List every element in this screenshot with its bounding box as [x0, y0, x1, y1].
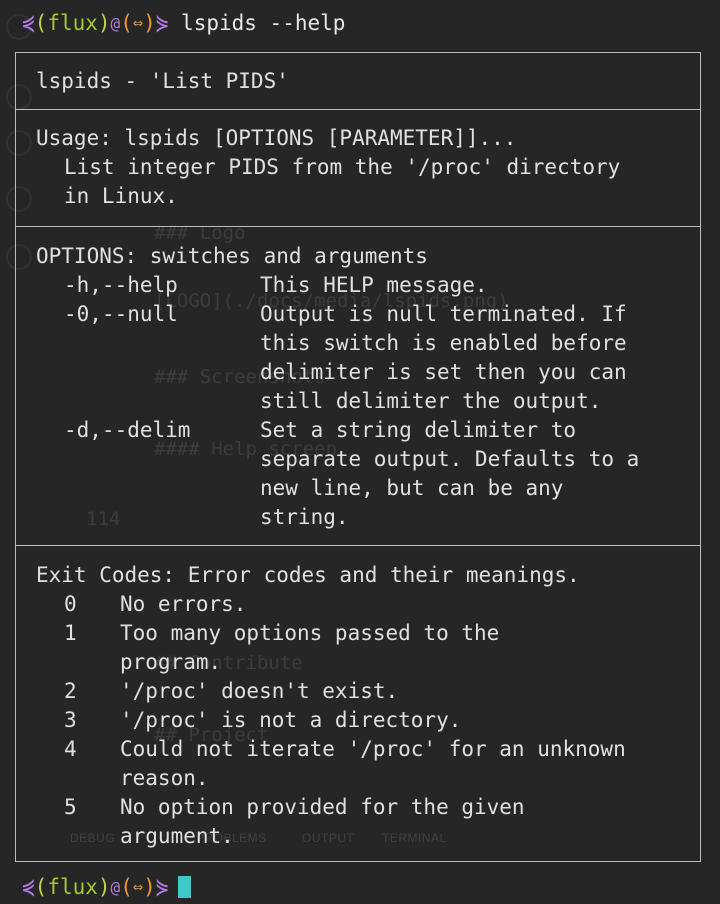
exit-code-number: 5 — [64, 795, 77, 819]
terminal-cursor[interactable] — [178, 876, 192, 898]
help-output-box: lspids - 'List PIDS' Usage: lspids [OPTI… — [15, 52, 701, 862]
exit-code-description: No option provided for the given argumen… — [120, 795, 525, 848]
option-row: -d,--delim Set a string delimiter to sep… — [36, 416, 700, 532]
exit-code-number: 1 — [64, 621, 77, 645]
option-name: -h,--help — [64, 273, 178, 297]
prompt-host-close: ) — [143, 875, 156, 899]
exit-codes-heading: Exit Codes: Error codes and their meanin… — [36, 563, 580, 587]
exit-code-description: '/proc' doesn't exist. — [120, 679, 399, 703]
prompt-host-glyph-icon: ⇔ — [132, 877, 144, 897]
exit-code-description: No errors. — [120, 592, 247, 616]
exit-code-number: 4 — [64, 737, 77, 761]
options-heading: OPTIONS: switches and arguments — [36, 244, 428, 268]
option-description: Output is null terminated. If this switc… — [260, 302, 627, 413]
exit-code-row: 2 '/proc' doesn't exist. — [36, 677, 700, 706]
help-title: lspids - 'List PIDS' — [36, 68, 289, 93]
prompt-close-paren: ) — [97, 875, 111, 899]
prompt-at-icon: @ — [110, 13, 121, 33]
option-name: -0,--null — [64, 302, 178, 326]
prompt-user: flux — [47, 875, 98, 899]
exit-code-description: Could not iterate '/proc' for an unknown… — [120, 737, 626, 790]
usage-description: List integer PIDS from the '/proc' direc… — [64, 155, 621, 179]
exit-code-row: 3 '/proc' is not a directory. — [36, 706, 700, 735]
prompt-command: lspids --help — [168, 11, 346, 35]
prompt-open-paren: ( — [34, 875, 48, 899]
help-title-section: lspids - 'List PIDS' — [16, 53, 700, 110]
prompt-left-arrow-icon: ⋞ — [22, 875, 35, 899]
option-description: Set a string delimiter to separate outpu… — [260, 418, 640, 529]
exit-code-number: 2 — [64, 679, 77, 703]
exit-code-number: 0 — [64, 592, 77, 616]
terminal-prompt-next[interactable]: ⋞(flux) @(⇔) ⋟ — [22, 870, 192, 904]
option-row: -0,--null Output is null terminated. If … — [36, 300, 700, 416]
option-row: -h,--help This HELP message. — [36, 271, 700, 300]
option-description: This HELP message. — [260, 273, 488, 297]
exit-code-description: Too many options passed to the program. — [120, 621, 500, 674]
usage-line: Usage: lspids [OPTIONS [PARAMETER]]... — [36, 126, 517, 150]
prompt-host-glyph-icon: ⇔ — [132, 13, 144, 33]
prompt-at-icon: @ — [110, 877, 121, 897]
option-name: -d,--delim — [64, 418, 191, 442]
exit-code-row: 4 Could not iterate '/proc' for an unkno… — [36, 735, 700, 793]
exit-codes-section: Exit Codes: Error codes and their meanin… — [16, 546, 700, 851]
terminal-prompt: ⋞(flux) @(⇔) ⋟ lspids --help — [22, 6, 345, 40]
prompt-right-arrow-icon: ⋟ — [155, 875, 169, 899]
exit-code-row: 0 No errors. — [36, 590, 700, 619]
prompt-user: flux — [47, 11, 98, 35]
exit-code-description: '/proc' is not a directory. — [120, 708, 462, 732]
exit-code-row: 5 No option provided for the given argum… — [36, 793, 700, 851]
prompt-host-open: ( — [120, 875, 133, 899]
prompt-close-paren: ) — [97, 11, 111, 35]
prompt-host-open: ( — [120, 11, 133, 35]
prompt-left-arrow-icon: ⋞ — [22, 11, 35, 35]
options-section: OPTIONS: switches and arguments -h,--hel… — [16, 227, 700, 546]
prompt-right-arrow-icon: ⋟ — [155, 11, 169, 35]
exit-code-row: 1 Too many options passed to the program… — [36, 619, 700, 677]
prompt-host-close: ) — [143, 11, 156, 35]
prompt-open-paren: ( — [34, 11, 48, 35]
exit-code-number: 3 — [64, 708, 77, 732]
usage-section: Usage: lspids [OPTIONS [PARAMETER]]... L… — [16, 110, 700, 227]
usage-description: in Linux. — [64, 184, 178, 208]
